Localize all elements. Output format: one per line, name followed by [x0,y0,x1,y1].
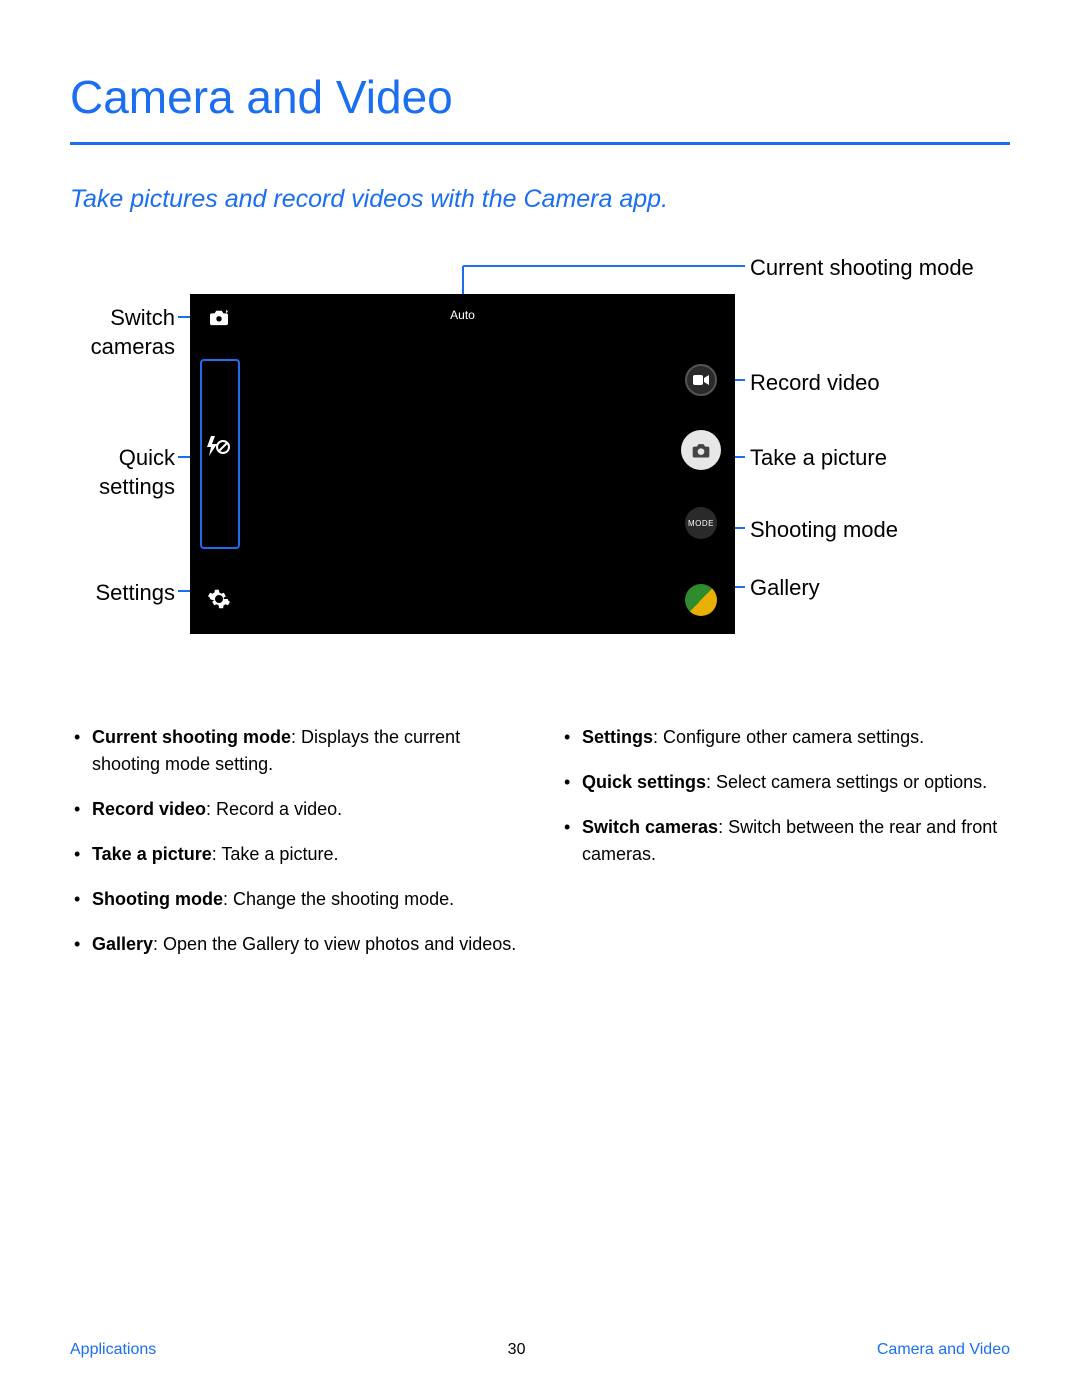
callout-quick-settings: Quick settings [70,444,175,501]
bullet-item: Shooting mode: Change the shooting mode. [70,886,520,913]
bullet-item: Settings: Configure other camera setting… [560,724,1010,751]
callout-gallery: Gallery [750,574,820,603]
callout-current-mode: Current shooting mode [750,254,1030,283]
left-column: Current shooting mode: Displays the curr… [70,724,520,976]
current-mode-label: Auto [450,308,475,322]
page-footer: Applications 30 Camera and Video [70,1341,1010,1359]
callout-switch-cameras: Switch cameras [70,304,175,361]
right-column: Settings: Configure other camera setting… [560,724,1010,976]
callout-shooting-mode: Shooting mode [750,516,898,545]
camera-viewfinder: Auto MODE [190,294,735,634]
settings-gear-icon[interactable] [207,587,231,616]
bullet-item: Record video: Record a video. [70,796,520,823]
description-columns: Current shooting mode: Displays the curr… [70,724,1010,976]
bullet-item: Take a picture: Take a picture. [70,841,520,868]
bullet-item: Quick settings: Select camera settings o… [560,769,1010,796]
callout-take-picture: Take a picture [750,444,887,473]
title-rule [70,142,1010,145]
record-video-button[interactable] [685,364,717,396]
page-title: Camera and Video [70,70,1010,124]
bullet-item: Switch cameras: Switch between the rear … [560,814,1010,868]
footer-right: Camera and Video [877,1341,1010,1359]
switch-camera-icon[interactable] [208,308,230,331]
flash-off-icon[interactable] [205,434,231,463]
callout-settings: Settings [70,579,175,608]
footer-left: Applications [70,1341,156,1359]
gallery-button[interactable] [685,584,717,616]
bullet-item: Gallery: Open the Gallery to view photos… [70,931,520,958]
page-subtitle: Take pictures and record videos with the… [70,185,1010,214]
shooting-mode-button[interactable]: MODE [685,507,717,539]
take-picture-button[interactable] [681,430,721,470]
bullet-item: Current shooting mode: Displays the curr… [70,724,520,778]
camera-diagram: Switch cameras Quick settings Settings C… [70,254,1010,684]
footer-page-number: 30 [508,1341,526,1359]
callout-record-video: Record video [750,369,880,398]
